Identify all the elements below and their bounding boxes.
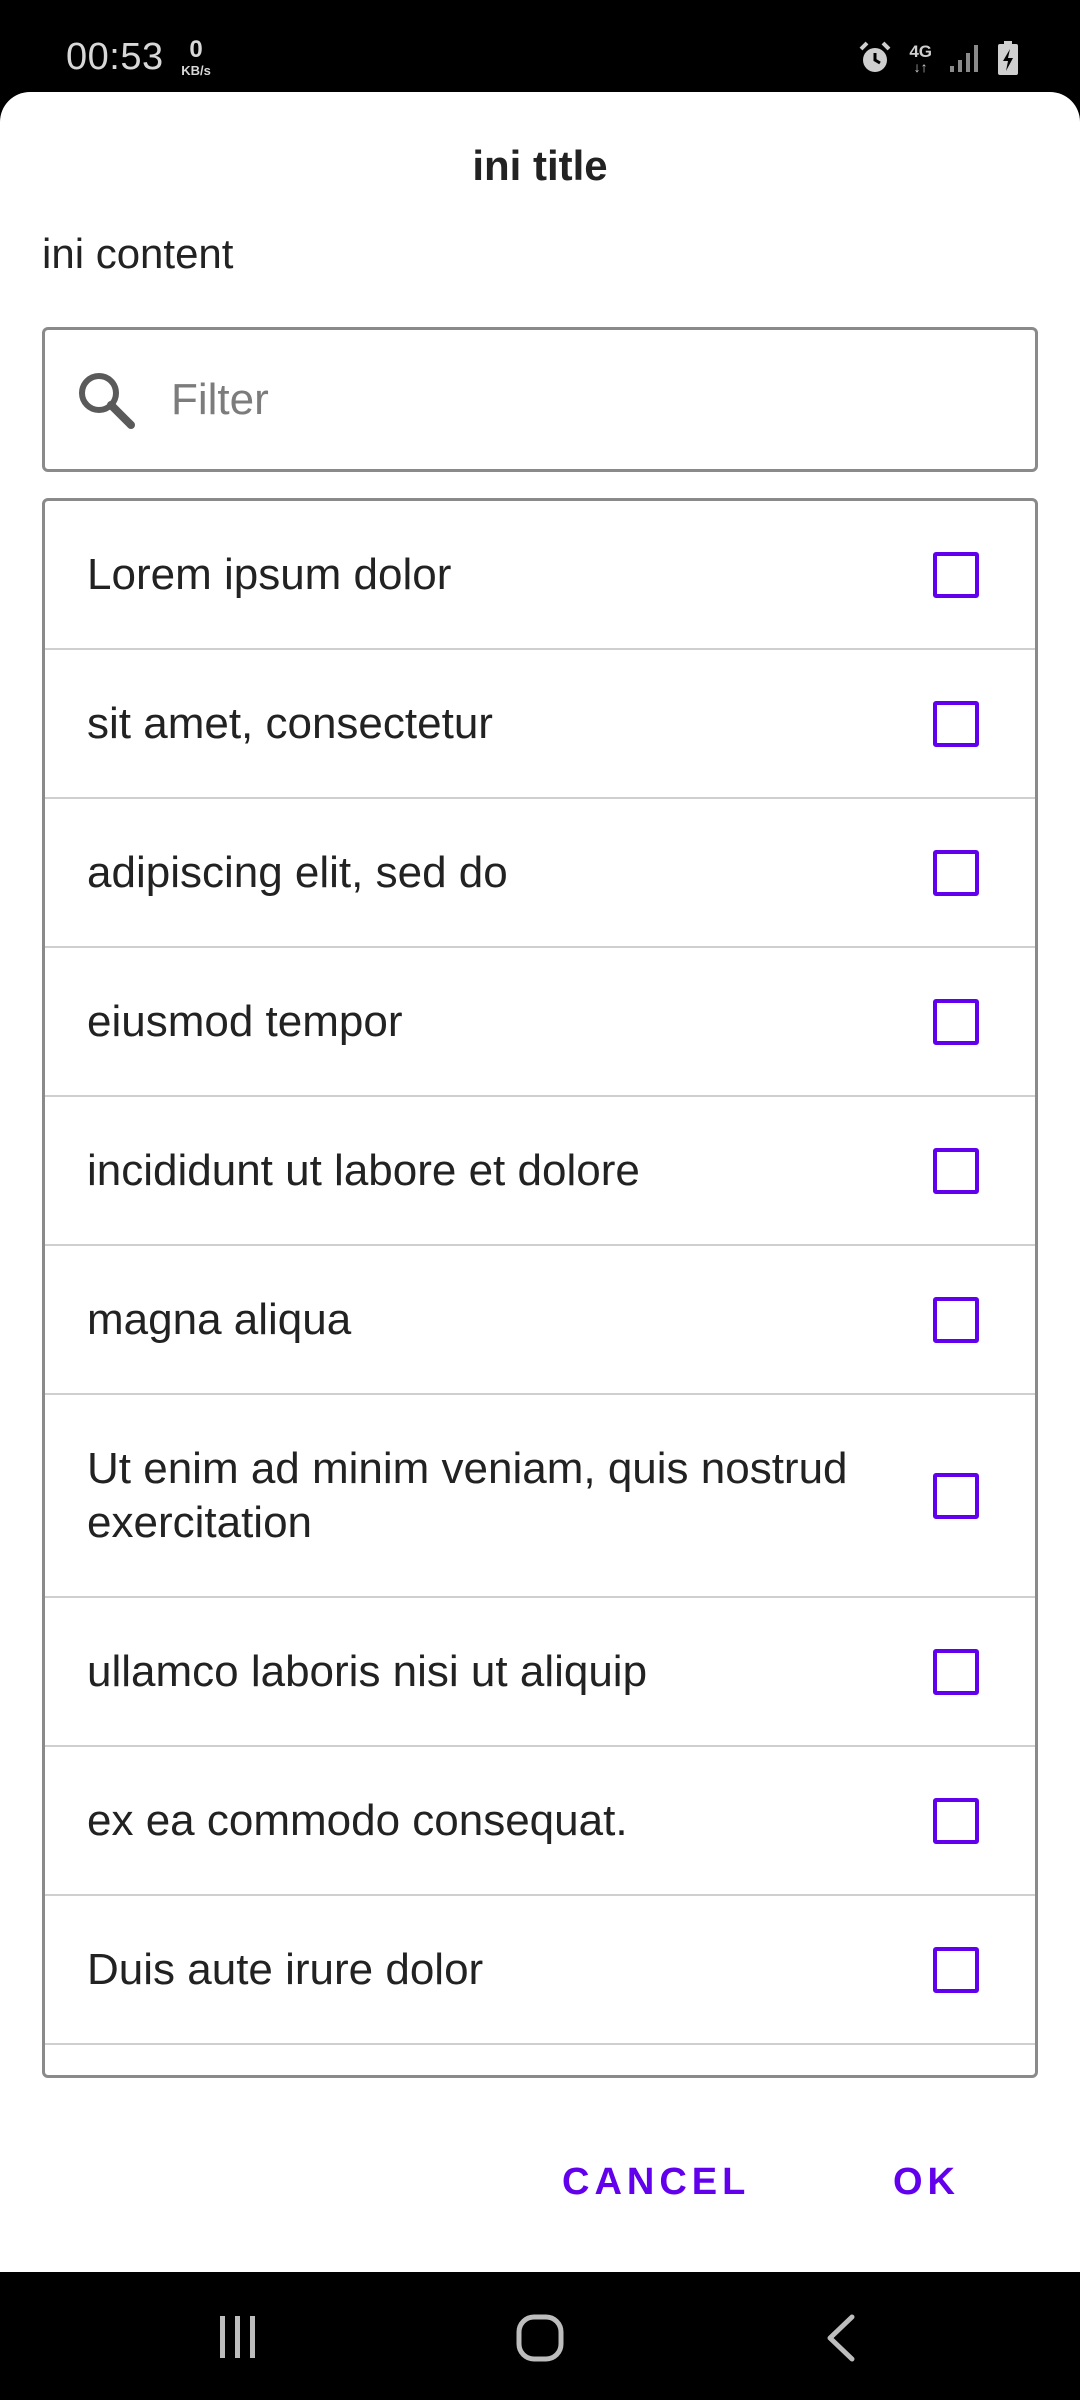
list-item-checkbox[interactable]: [933, 700, 979, 747]
list-item[interactable]: eiusmod tempor: [45, 948, 1035, 1097]
status-time: 00:53: [66, 36, 164, 78]
list-item-checkbox[interactable]: [933, 551, 979, 598]
list-item[interactable]: sit amet, consectetur: [45, 650, 1035, 799]
list-item[interactable]: Duis aute irure dolor: [45, 1896, 1035, 2045]
list-item-label: ex ea commodo consequat.: [87, 1795, 628, 1845]
back-icon[interactable]: [822, 2314, 862, 2362]
list-item-checkbox[interactable]: [933, 1147, 979, 1194]
list-item-checkbox[interactable]: [933, 1472, 979, 1519]
list-item-label: Ut enim ad minim veniam, quis nostrud ex…: [87, 1443, 848, 1547]
list-item[interactable]: incididunt ut labore et dolore: [45, 1097, 1035, 1246]
ok-button[interactable]: OK: [893, 2142, 960, 2222]
dialog-actions: CANCEL OK: [0, 2142, 1080, 2222]
list-item-label: sit amet, consectetur: [87, 698, 493, 748]
signal-icon: [948, 42, 980, 74]
dialog-title: ini title: [472, 142, 608, 189]
network-4g-icon: 4G ↓↑: [909, 41, 932, 75]
network-speed: 0 KB/s: [176, 36, 216, 78]
cancel-button[interactable]: CANCEL: [562, 2142, 750, 2222]
status-icons: 4G ↓↑: [857, 38, 1020, 78]
list-item[interactable]: ullamco laboris nisi ut aliquip: [45, 1598, 1035, 1747]
list-item[interactable]: adipiscing elit, sed do: [45, 799, 1035, 948]
status-bar: 00:53 0 KB/s 4G ↓↑: [0, 0, 1080, 92]
list-item[interactable]: magna aliqua: [45, 1246, 1035, 1395]
list-item-label: eiusmod tempor: [87, 996, 403, 1046]
list-item-label: incididunt ut labore et dolore: [87, 1145, 640, 1195]
list-item-label: Duis aute irure dolor: [87, 1944, 484, 1994]
list-item-checkbox[interactable]: [933, 1946, 979, 1993]
list-item-label: adipiscing elit, sed do: [87, 847, 508, 897]
filter-input[interactable]: [171, 374, 991, 425]
battery-charging-icon: [996, 40, 1020, 76]
list-item[interactable]: ex ea commodo consequat.: [45, 1747, 1035, 1896]
alarm-icon: [857, 40, 893, 76]
list-item-checkbox[interactable]: [933, 1296, 979, 1343]
list-item-checkbox[interactable]: [933, 1648, 979, 1695]
network-type-label: 4G: [909, 41, 932, 61]
list-item-label: magna aliqua: [87, 1294, 352, 1344]
dialog-content: ini content: [42, 230, 234, 277]
list-item-checkbox[interactable]: [933, 1797, 979, 1844]
list-item-checkbox[interactable]: [933, 998, 979, 1045]
search-icon: [79, 372, 135, 429]
list-item-label: ullamco laboris nisi ut aliquip: [87, 1646, 648, 1696]
list-item-checkbox[interactable]: [933, 849, 979, 896]
list-item[interactable]: Ut enim ad minim veniam, quis nostrud ex…: [45, 1395, 1035, 1598]
recent-apps-icon[interactable]: [214, 2314, 262, 2360]
network-speed-unit: KB/s: [181, 63, 211, 78]
list-item[interactable]: Lorem ipsum dolor: [45, 501, 1035, 650]
options-list[interactable]: Lorem ipsum dolor sit amet, consectetur …: [42, 498, 1038, 2078]
network-speed-value: 0: [189, 36, 203, 63]
navigation-bar: [0, 2272, 1080, 2400]
multi-select-dialog: ini title ini content Lorem ipsum dolor …: [0, 92, 1080, 2272]
filter-field[interactable]: [42, 327, 1038, 472]
home-icon[interactable]: [515, 2314, 565, 2362]
list-item-label: Lorem ipsum dolor: [87, 549, 452, 599]
